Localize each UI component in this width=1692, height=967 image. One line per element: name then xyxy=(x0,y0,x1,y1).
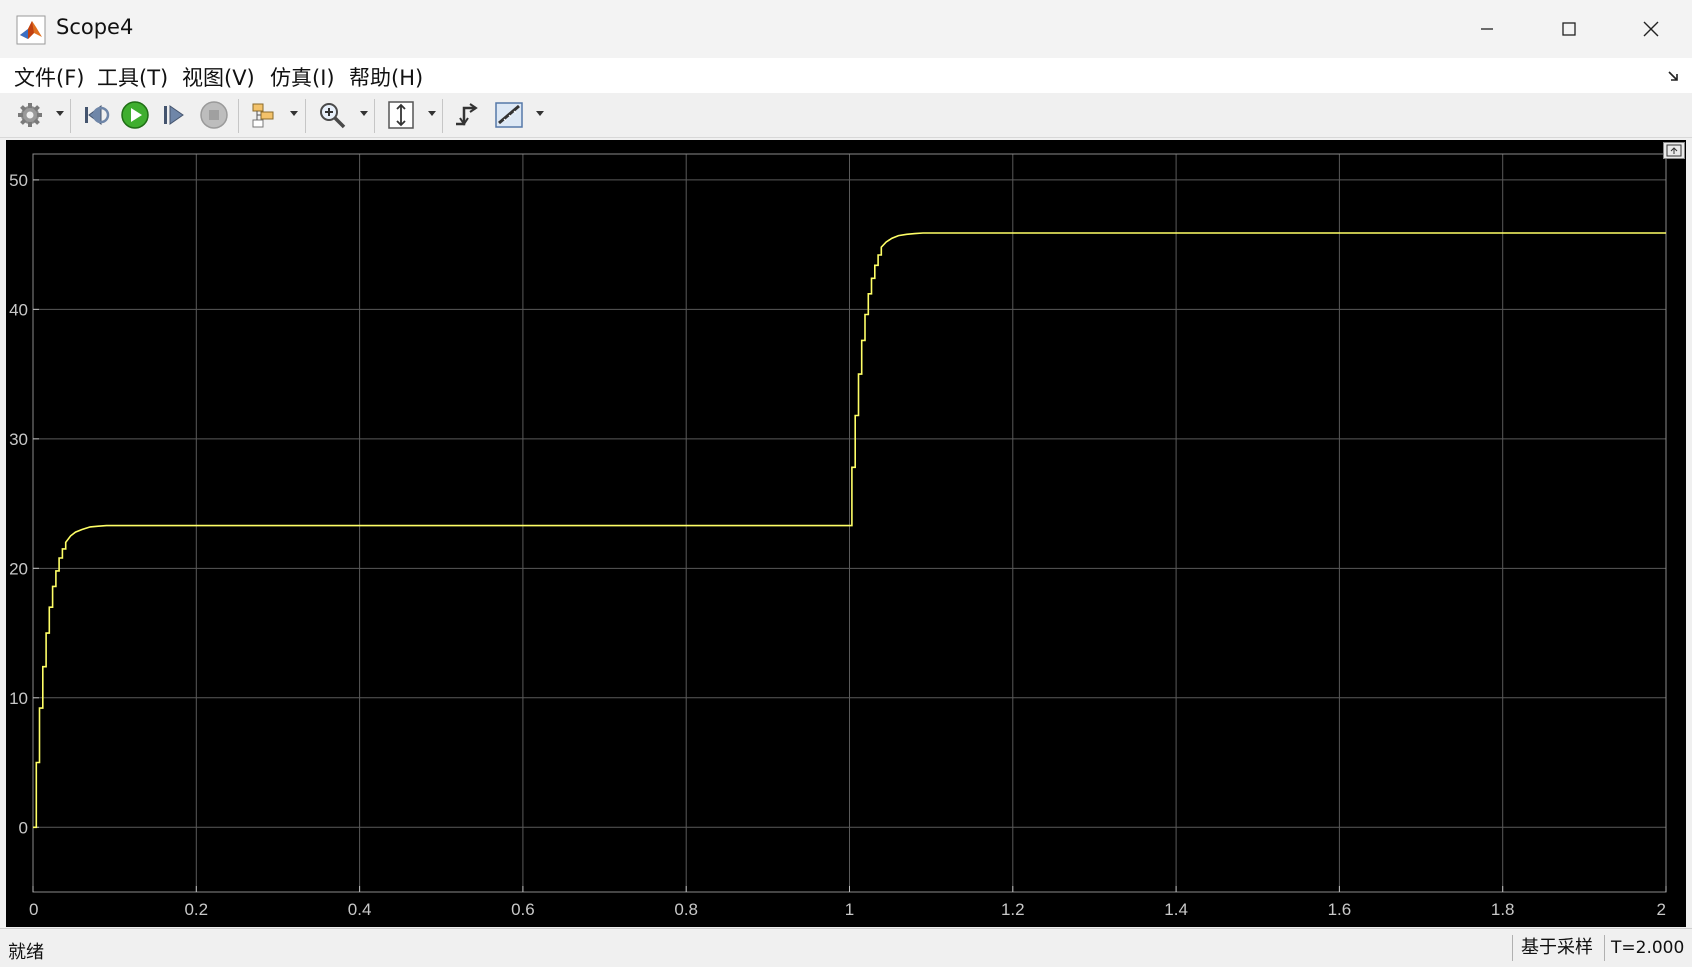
window-title: Scope4 xyxy=(56,15,134,39)
menu-bar: 文件(F) 工具(T) 视图(V) 仿真(I) 帮助(H) xyxy=(0,58,1692,93)
x-tick-label: 1.6 xyxy=(1328,900,1352,919)
autoscale-dropdown-arrow[interactable] xyxy=(428,111,436,116)
x-tick-label: 1.4 xyxy=(1164,900,1188,919)
toolbar-separator xyxy=(70,99,71,133)
scope-plot[interactable]: 0 0.2 0.4 0.6 0.8 1 1.2 1.4 1.6 1.8 201020304050 xyxy=(6,140,1686,927)
restore-axes-icon[interactable] xyxy=(1663,142,1685,159)
x-tick-label: 0.6 xyxy=(511,900,535,919)
signal-selector-dropdown-arrow[interactable] xyxy=(290,111,298,116)
minimize-button[interactable] xyxy=(1448,0,1526,58)
settings-button[interactable] xyxy=(14,99,46,131)
x-tick-label: 0.8 xyxy=(674,900,698,919)
restore-glyph-icon xyxy=(1666,144,1682,157)
x-tick-label: 0.2 xyxy=(184,900,208,919)
menu-tools[interactable]: 工具(T) xyxy=(97,62,168,92)
zoom-button[interactable] xyxy=(316,99,348,131)
menu-simulation[interactable]: 仿真(I) xyxy=(270,62,335,92)
undock-icon[interactable] xyxy=(1666,68,1682,84)
step-back-icon xyxy=(85,105,110,125)
zoom-dropdown-arrow[interactable] xyxy=(360,111,368,116)
signal-selector-icon xyxy=(252,103,274,128)
measurements-icon xyxy=(495,102,523,128)
simulation-time: T=2.000 xyxy=(1604,935,1690,961)
run-icon xyxy=(121,101,149,129)
plot-panel: 0 0.2 0.4 0.6 0.8 1 1.2 1.4 1.6 1.8 2 0 10 20 30 40 50 xyxy=(6,140,1686,927)
signal-selector-button[interactable] xyxy=(248,99,280,131)
measurements-button[interactable] xyxy=(494,99,526,131)
x-tick-label: 2 xyxy=(1657,900,1666,919)
y-tick-label: 50 xyxy=(9,171,28,190)
toolbar-separator xyxy=(238,99,239,133)
sample-mode-indicator: 基于采样 xyxy=(1512,935,1601,961)
toolbar-separator xyxy=(305,99,306,133)
scope-window: Scope4 文件(F) 工具(T) 视图(V) 仿真(I) 帮助(H) 0 0… xyxy=(0,0,1692,967)
x-tick-label: 1.2 xyxy=(1001,900,1025,919)
x-tick-label: 0.4 xyxy=(348,900,372,919)
step-back-button[interactable] xyxy=(80,99,112,131)
y-tick-label: 20 xyxy=(9,559,28,578)
minimize-icon xyxy=(1481,28,1493,30)
maximize-icon xyxy=(1562,22,1576,36)
menu-help[interactable]: 帮助(H) xyxy=(349,62,423,92)
menu-file[interactable]: 文件(F) xyxy=(14,62,84,92)
toolbar-separator xyxy=(442,99,443,133)
zoom-icon xyxy=(320,103,346,129)
gear-icon xyxy=(18,103,42,127)
close-button[interactable] xyxy=(1612,0,1690,58)
toolbar xyxy=(0,93,1692,138)
settings-dropdown-arrow[interactable] xyxy=(56,111,64,116)
autoscale-button[interactable] xyxy=(385,99,417,131)
matlab-logo-icon xyxy=(16,15,46,45)
autoscale-icon xyxy=(388,101,414,129)
cursor-icon xyxy=(456,103,478,126)
close-icon xyxy=(1643,21,1659,37)
menu-view[interactable]: 视图(V) xyxy=(182,62,255,92)
step-forward-button[interactable] xyxy=(158,99,190,131)
x-tick-label: 1.8 xyxy=(1491,900,1515,919)
stop-icon xyxy=(200,101,228,129)
title-bar: Scope4 xyxy=(0,0,1692,58)
y-tick-label: 30 xyxy=(9,430,28,449)
y-tick-label: 40 xyxy=(9,300,28,319)
maximize-button[interactable] xyxy=(1530,0,1608,58)
measurements-dropdown-arrow[interactable] xyxy=(536,111,544,116)
y-tick-label: 10 xyxy=(9,689,28,708)
x-tick-label: 1 xyxy=(845,900,854,919)
y-tick-label: 0 xyxy=(19,818,28,837)
step-forward-icon xyxy=(164,105,184,125)
cursor-measurement-button[interactable] xyxy=(451,99,483,131)
status-text: 就绪 xyxy=(8,942,44,963)
run-button[interactable] xyxy=(119,99,151,131)
x-tick-label: 0 xyxy=(29,900,38,919)
toolbar-separator xyxy=(374,99,375,133)
stop-button[interactable] xyxy=(198,99,230,131)
status-bar: 就绪 基于采样 T=2.000 xyxy=(0,928,1692,967)
